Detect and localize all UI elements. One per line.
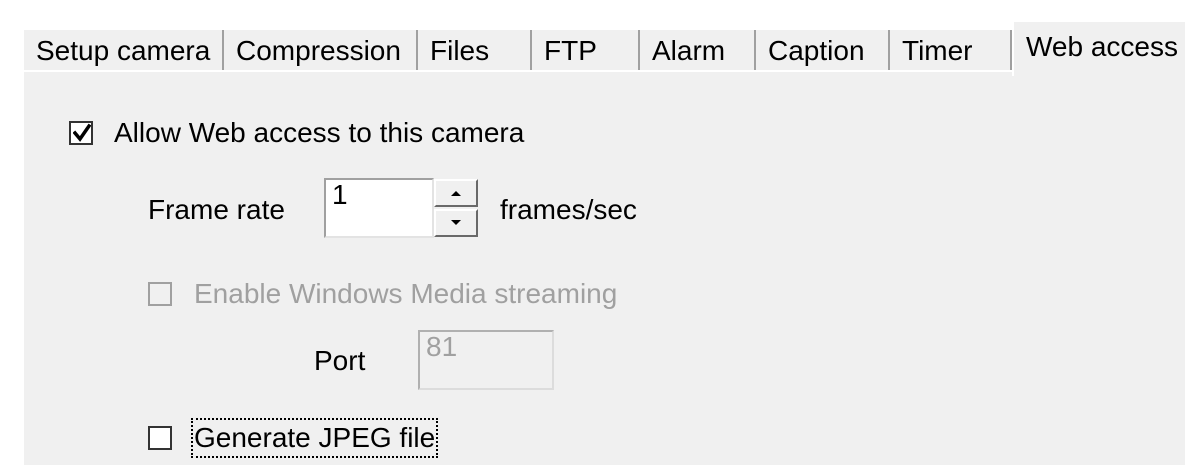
tab-timer[interactable]: Timer	[890, 30, 1012, 72]
camera-settings-dialog: Setup camera Compression Files FTP Alarm…	[0, 0, 1185, 465]
tab-caption[interactable]: Caption	[756, 30, 890, 72]
tab-setup-camera[interactable]: Setup camera	[22, 30, 224, 72]
generate-jpeg-checkbox[interactable]	[148, 426, 172, 450]
enable-wms-checkbox[interactable]	[148, 282, 172, 306]
spin-down-arrow-icon	[451, 220, 461, 225]
port-input[interactable]: 81	[418, 330, 554, 390]
tab-alarm[interactable]: Alarm	[640, 30, 756, 72]
enable-wms-label: Enable Windows Media streaming	[194, 278, 618, 309]
frame-rate-unit-label: frames/sec	[500, 194, 637, 225]
frame-rate-spin-up-button[interactable]	[434, 179, 478, 207]
port-label: Port	[314, 345, 366, 376]
tab-files[interactable]: Files	[418, 30, 532, 72]
frame-rate-spin-down-button[interactable]	[434, 209, 478, 237]
frame-rate-input[interactable]: 1	[324, 178, 434, 238]
frame-rate-label: Frame rate	[148, 194, 285, 225]
tab-panel-divider	[22, 70, 1012, 72]
spin-up-arrow-icon	[451, 191, 461, 196]
tab-strip: Setup camera Compression Files FTP Alarm…	[22, 20, 1185, 76]
allow-web-access-label[interactable]: Allow Web access to this camera	[114, 116, 524, 150]
tab-ftp[interactable]: FTP	[532, 30, 640, 72]
check-icon	[73, 123, 91, 142]
web-access-panel: Allow Web access to this camera Frame ra…	[22, 70, 1185, 465]
tab-compression[interactable]: Compression	[224, 30, 418, 72]
tab-web-access[interactable]: Web access	[1012, 20, 1185, 76]
allow-web-access-checkbox[interactable]	[69, 121, 93, 145]
generate-jpeg-label[interactable]: Generate JPEG file	[190, 418, 439, 458]
